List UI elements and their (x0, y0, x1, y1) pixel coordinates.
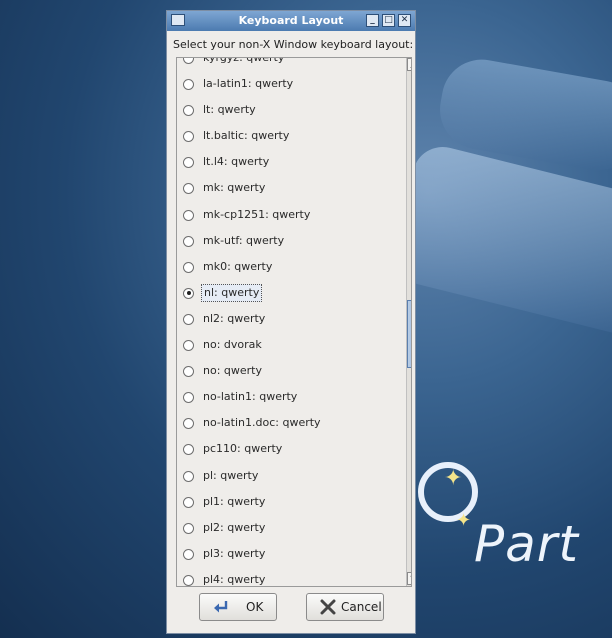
layout-label: mk0: qwerty (203, 259, 273, 273)
wallpaper-logo-text: Part (474, 515, 579, 573)
radio-button[interactable] (183, 58, 194, 64)
star-icon: ✦ (444, 466, 463, 491)
scroll-up-button[interactable]: ▲ (407, 58, 411, 71)
radio-button[interactable] (183, 131, 194, 143)
star-icon: ✦ (456, 510, 472, 531)
layout-label: nl: qwerty (201, 283, 263, 302)
wallpaper-shape (386, 140, 612, 340)
layout-label: nl2: qwerty (203, 311, 266, 325)
layout-list-item[interactable]: mk0: qwerty (177, 255, 397, 281)
cancel-button-label: Cancel (341, 600, 382, 614)
layout-list-items: kyrgyz: qwerty la-latin1: qwerty lt: qwert… (177, 57, 397, 586)
cancel-button[interactable]: Cancel (306, 593, 384, 621)
layout-list-item[interactable]: no-latin1.doc: qwerty (177, 411, 397, 437)
layout-list-item[interactable]: no: dvorak (177, 333, 397, 359)
layout-label: no-latin1: qwerty (203, 390, 298, 404)
layout-label: lt.l4: qwerty (203, 155, 270, 169)
layout-list-item[interactable]: pl1: qwerty (177, 490, 397, 516)
layout-label: la-latin1: qwerty (203, 77, 294, 91)
layout-label: no: dvorak (203, 338, 262, 352)
layout-label: pc110: qwerty (203, 442, 283, 456)
layout-list-item[interactable]: pl3: qwerty (177, 542, 397, 568)
titlebar[interactable]: Keyboard Layout _ □ ✕ (167, 11, 415, 31)
enter-arrow-icon (214, 601, 228, 613)
radio-button[interactable] (183, 444, 194, 456)
radio-button[interactable] (183, 287, 194, 299)
layout-list-item[interactable]: lt.baltic: qwerty (177, 124, 397, 150)
radio-button[interactable] (183, 548, 194, 560)
scroll-thumb[interactable] (407, 300, 412, 368)
radio-button[interactable] (183, 470, 194, 482)
layout-list-item[interactable]: pl2: qwerty (177, 516, 397, 542)
radio-button[interactable] (183, 418, 194, 430)
layout-list-item[interactable]: no: qwerty (177, 359, 397, 385)
layout-list-item[interactable]: pl: qwerty (177, 464, 397, 490)
layout-label: no-latin1.doc: qwerty (203, 416, 321, 430)
layout-list-item[interactable]: nl: qwerty (177, 281, 397, 307)
radio-button[interactable] (183, 235, 194, 247)
layout-list-item[interactable]: mk: qwerty (177, 176, 397, 202)
layout-list-item[interactable]: mk-cp1251: qwerty (177, 203, 397, 229)
radio-button[interactable] (183, 340, 194, 352)
layout-list[interactable]: kyrgyz: qwerty la-latin1: qwerty lt: qwert… (176, 57, 412, 587)
vertical-scrollbar[interactable]: ▲ ▼ (406, 58, 412, 586)
ok-button-label: OK (246, 600, 264, 614)
layout-list-item[interactable]: pl4: qwerty (177, 568, 397, 586)
layout-label: pl3: qwerty (203, 546, 266, 560)
radio-button[interactable] (183, 522, 194, 534)
layout-list-item[interactable]: la-latin1: qwerty (177, 72, 397, 98)
layout-label: pl4: qwerty (203, 572, 266, 586)
grip-icon (411, 330, 412, 340)
layout-label: mk-cp1251: qwerty (203, 207, 311, 221)
layout-label: no: qwerty (203, 364, 262, 378)
scroll-down-button[interactable]: ▼ (407, 572, 411, 585)
layout-label: pl2: qwerty (203, 520, 266, 534)
minimize-button[interactable]: _ (366, 14, 379, 27)
close-button[interactable]: ✕ (398, 14, 411, 27)
radio-button[interactable] (183, 79, 194, 91)
layout-label: pl: qwerty (203, 468, 259, 482)
radio-button[interactable] (183, 366, 194, 378)
layout-label: mk: qwerty (203, 181, 266, 195)
cancel-x-icon (320, 599, 336, 615)
layout-label: mk-utf: qwerty (203, 233, 285, 247)
radio-button[interactable] (183, 209, 194, 221)
layout-label: lt: qwerty (203, 103, 256, 117)
radio-button[interactable] (183, 496, 194, 508)
maximize-button[interactable]: □ (382, 14, 395, 27)
layout-label: pl1: qwerty (203, 494, 266, 508)
radio-button[interactable] (183, 105, 194, 117)
layout-list-item[interactable]: kyrgyz: qwerty (177, 57, 397, 72)
layout-list-item[interactable]: no-latin1: qwerty (177, 385, 397, 411)
layout-label: lt.baltic: qwerty (203, 129, 290, 143)
prompt-label: Select your non-X Window keyboard layout… (173, 38, 414, 51)
radio-button[interactable] (183, 261, 194, 273)
ok-button[interactable]: OK (199, 593, 277, 621)
layout-label: kyrgyz: qwerty (203, 57, 285, 64)
layout-list-item[interactable]: lt: qwerty (177, 98, 397, 124)
layout-list-item[interactable]: nl2: qwerty (177, 307, 397, 333)
radio-button[interactable] (183, 183, 194, 195)
radio-button[interactable] (183, 574, 194, 586)
layout-list-item[interactable]: mk-utf: qwerty (177, 229, 397, 255)
radio-button[interactable] (183, 392, 194, 404)
layout-list-item[interactable]: pc110: qwerty (177, 437, 397, 463)
keyboard-layout-dialog: Keyboard Layout _ □ ✕ Select your non-X … (166, 10, 416, 634)
layout-list-item[interactable]: lt.l4: qwerty (177, 150, 397, 176)
radio-button[interactable] (183, 313, 194, 325)
radio-button[interactable] (183, 157, 194, 169)
